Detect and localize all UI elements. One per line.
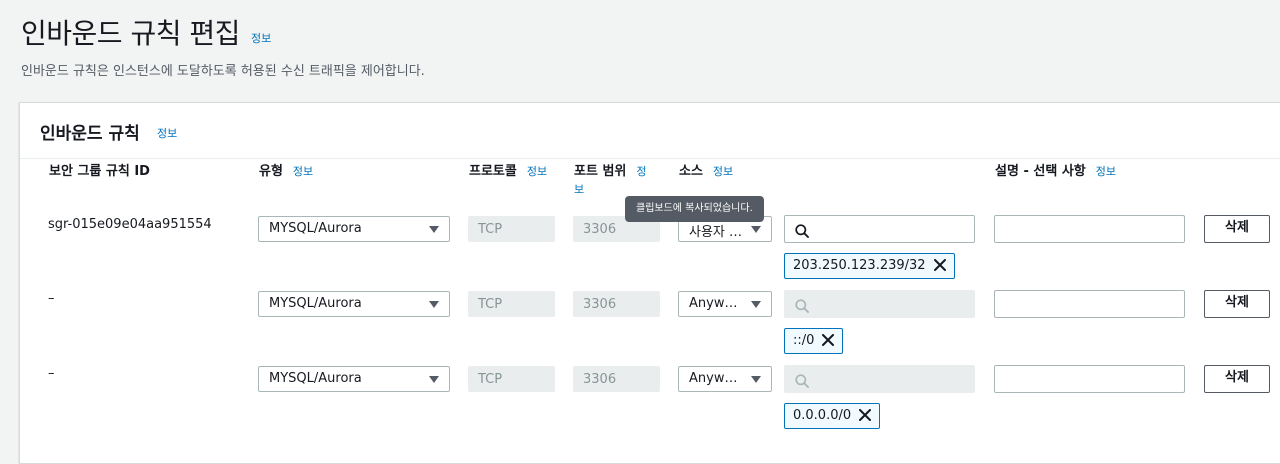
close-icon[interactable]	[933, 259, 946, 275]
column-header-protocol-label: 프로토콜	[469, 164, 517, 179]
panel-header: 인바운드 규칙	[40, 124, 140, 144]
page-title: 인바운드 규칙 편집	[21, 17, 240, 50]
type-select-value: MYSQL/Aurora	[269, 371, 362, 386]
search-icon	[795, 223, 809, 242]
port-range-field: 3306	[573, 366, 660, 392]
column-header-description-info-link[interactable]: 정보	[1096, 165, 1116, 178]
search-icon	[795, 373, 809, 392]
page-title-info-link[interactable]: 정보	[251, 30, 271, 46]
description-input[interactable]	[994, 365, 1185, 393]
column-header-source: 소스 정보	[679, 163, 733, 181]
source-type-select[interactable]: Anywhere-IPv4	[678, 366, 772, 392]
close-icon[interactable]	[859, 409, 872, 425]
caret-down-icon	[429, 226, 439, 233]
type-select[interactable]: MYSQL/Aurora	[258, 216, 450, 242]
column-header-port-range-label: 포트 범위	[574, 164, 627, 179]
column-header-protocol: 프로토콜 정보	[469, 163, 551, 181]
column-header-source-info-link[interactable]: 정보	[713, 165, 733, 178]
type-select[interactable]: MYSQL/Aurora	[258, 366, 450, 392]
column-header-type: 유형 정보	[259, 163, 313, 181]
rule-id[interactable]: sgr-015e09e04aa951554	[48, 217, 212, 232]
delete-button[interactable]: 삭제	[1204, 215, 1270, 243]
caret-down-icon	[751, 301, 761, 308]
source-search-input	[784, 290, 975, 318]
page-description: 인바운드 규칙은 인스턴스에 도달하도록 허용된 수신 트래픽을 제어합니다.	[21, 64, 425, 79]
description-input[interactable]	[994, 215, 1185, 243]
caret-down-icon	[429, 376, 439, 383]
column-header-type-info-link[interactable]: 정보	[293, 165, 313, 178]
inbound-rules-panel: 인바운드 규칙 정보 보안 그룹 규칙 ID 유형 정보 프로토콜 정보 포트 범위…	[19, 102, 1280, 464]
column-header-source-label: 소스	[679, 164, 703, 179]
cidr-token: 0.0.0.0/0	[784, 403, 881, 429]
caret-down-icon	[751, 226, 761, 233]
cidr-token: ::/0	[784, 328, 844, 354]
column-header-description: 설명 - 선택 사항 정보	[995, 163, 1116, 181]
protocol-field: TCP	[468, 216, 555, 242]
type-select[interactable]: MYSQL/Aurora	[258, 291, 450, 317]
column-header-rule-id-label: 보안 그룹 규칙 ID	[49, 164, 150, 179]
cidr-token-label: ::/0	[793, 333, 815, 348]
protocol-field: TCP	[468, 291, 555, 317]
delete-button[interactable]: 삭제	[1204, 290, 1270, 318]
source-search-input	[784, 365, 975, 393]
column-header-type-label: 유형	[259, 164, 283, 179]
port-range-field: 3306	[573, 291, 660, 317]
search-icon	[795, 298, 809, 317]
panel-header-info-link[interactable]: 정보	[157, 125, 177, 141]
column-header-port-range: 포트 범위 정보	[574, 163, 656, 199]
rule-id: –	[48, 291, 55, 306]
rule-id: –	[48, 366, 55, 381]
column-header-description-label: 설명 - 선택 사항	[995, 164, 1086, 179]
cidr-token-label: 0.0.0.0/0	[793, 408, 852, 423]
caret-down-icon	[751, 376, 761, 383]
cidr-token: 203.250.123.239/32	[784, 253, 955, 279]
panel-divider	[20, 158, 1280, 159]
type-select-value: MYSQL/Aurora	[269, 296, 362, 311]
copied-tooltip: 클립보드에 복사되었습니다.	[625, 196, 764, 222]
column-header-protocol-info-link[interactable]: 정보	[527, 165, 547, 178]
type-select-value: MYSQL/Aurora	[269, 221, 362, 236]
source-search-input[interactable]	[784, 215, 975, 243]
close-icon[interactable]	[822, 334, 835, 350]
protocol-field: TCP	[468, 366, 555, 392]
source-type-select[interactable]: Anywhere-IPv6	[678, 291, 772, 317]
cidr-token-label: 203.250.123.239/32	[793, 258, 926, 273]
column-header-rule-id: 보안 그룹 규칙 ID	[49, 163, 150, 181]
caret-down-icon	[429, 301, 439, 308]
delete-button[interactable]: 삭제	[1204, 365, 1270, 393]
description-input[interactable]	[994, 290, 1185, 318]
